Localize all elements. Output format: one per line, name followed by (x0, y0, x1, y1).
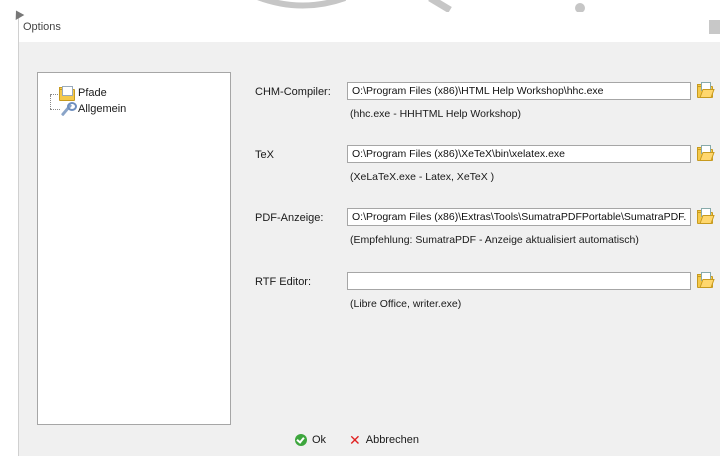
tree-connector (50, 95, 51, 109)
tree-item-allgemein[interactable]: Allgemein (58, 101, 126, 117)
pdf-viewer-label: PDF-Anzeige: (255, 212, 324, 224)
rtf-editor-hint: (Libre Office, writer.exe) (350, 298, 462, 310)
dialog-footer: Ok ✕ Abbrechen (19, 424, 720, 456)
tex-path-input[interactable] (347, 145, 691, 163)
check-icon (295, 434, 307, 446)
chm-browse-button[interactable] (696, 82, 715, 98)
pdf-browse-button[interactable] (696, 208, 715, 224)
tree-item-label: Allgemein (78, 103, 127, 115)
options-dialog: Options Pfade Allgemein CHM-Compiler: (h… (11, 8, 720, 456)
tree-item-pfade[interactable]: Pfade (58, 85, 107, 101)
pdf-viewer-path-input[interactable] (347, 208, 691, 226)
close-tab-icon[interactable] (709, 20, 720, 34)
cancel-button[interactable]: ✕ Abbrechen (349, 432, 419, 448)
close-icon: ✕ (349, 432, 361, 448)
pdf-viewer-hint: (Empfehlung: SumatraPDF - Anzeige aktual… (350, 234, 639, 246)
ok-label: Ok (312, 434, 327, 446)
tree-item-label: Pfade (78, 87, 107, 99)
tex-hint: (XeLaTeX.exe - Latex, XeTeX ) (350, 171, 495, 183)
window-title: Options (23, 21, 61, 33)
chm-compiler-hint: (hhc.exe - HHHTML Help Workshop) (350, 108, 521, 120)
ok-button[interactable]: Ok (295, 434, 326, 446)
chm-compiler-label: CHM-Compiler: (255, 86, 331, 98)
title-bar: Options (11, 8, 720, 42)
rtf-editor-label: RTF Editor: (255, 276, 312, 288)
rtf-editor-path-input[interactable] (347, 272, 691, 290)
settings-tree: Pfade Allgemein (37, 72, 231, 425)
folder-icon (58, 86, 75, 101)
rtf-browse-button[interactable] (696, 272, 715, 288)
cancel-label: Abbrechen (365, 434, 419, 446)
wrench-icon (58, 102, 77, 117)
tex-browse-button[interactable] (696, 145, 715, 161)
chm-compiler-path-input[interactable] (347, 82, 691, 100)
tex-label: TeX (255, 149, 274, 161)
